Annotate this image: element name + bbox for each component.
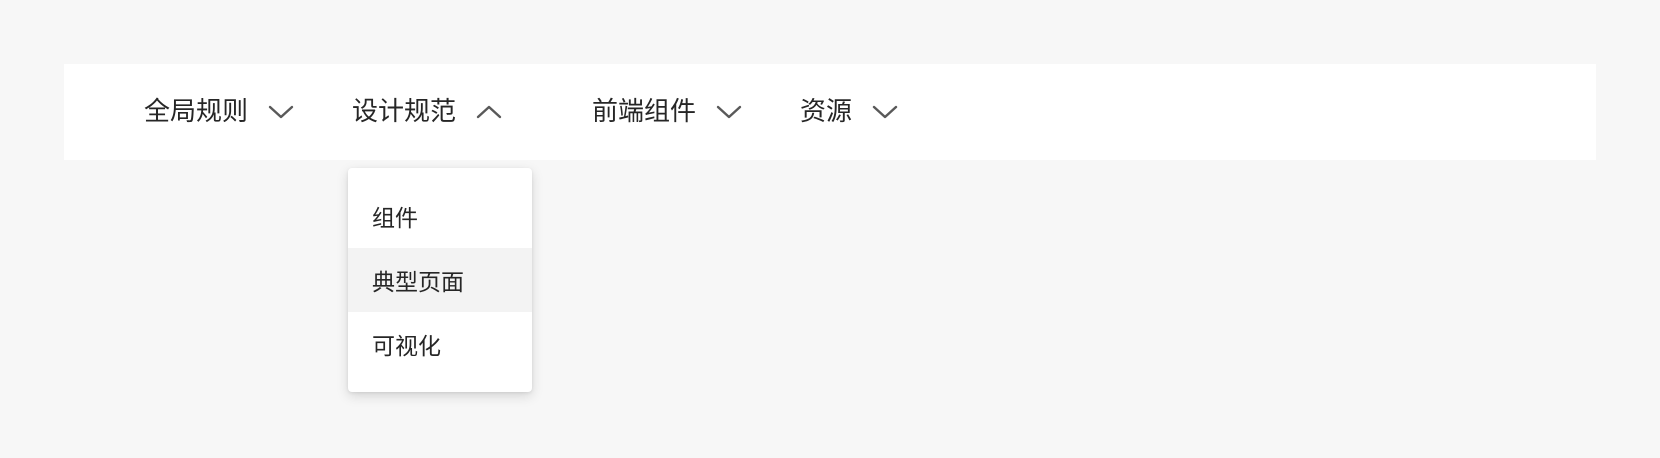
nav-item-design-spec[interactable]: 设计规范 [352, 64, 502, 160]
chevron-up-icon [476, 104, 502, 120]
design-spec-dropdown-menu: 组件 典型页面 可视化 [348, 168, 532, 392]
nav-item-label: 全局规则 [144, 97, 249, 127]
nav-item-label: 资源 [800, 97, 853, 127]
chevron-down-icon [268, 104, 294, 120]
top-navigation-bar: 全局规则 设计规范 前端组件 资源 [64, 64, 1596, 160]
nav-item-label: 前端组件 [592, 97, 697, 127]
nav-item-frontend-components[interactable]: 前端组件 [592, 64, 742, 160]
nav-item-global-rules[interactable]: 全局规则 [144, 64, 294, 160]
chevron-down-icon [872, 104, 898, 120]
nav-item-resources[interactable]: 资源 [800, 64, 898, 160]
dropdown-item-typical-pages[interactable]: 典型页面 [348, 248, 532, 312]
dropdown-item-components[interactable]: 组件 [348, 184, 532, 248]
dropdown-item-label: 组件 [372, 206, 418, 232]
chevron-down-icon [716, 104, 742, 120]
nav-item-label: 设计规范 [352, 97, 457, 127]
dropdown-item-label: 典型页面 [372, 270, 464, 296]
dropdown-item-visualization[interactable]: 可视化 [348, 312, 532, 376]
dropdown-item-label: 可视化 [372, 334, 441, 360]
